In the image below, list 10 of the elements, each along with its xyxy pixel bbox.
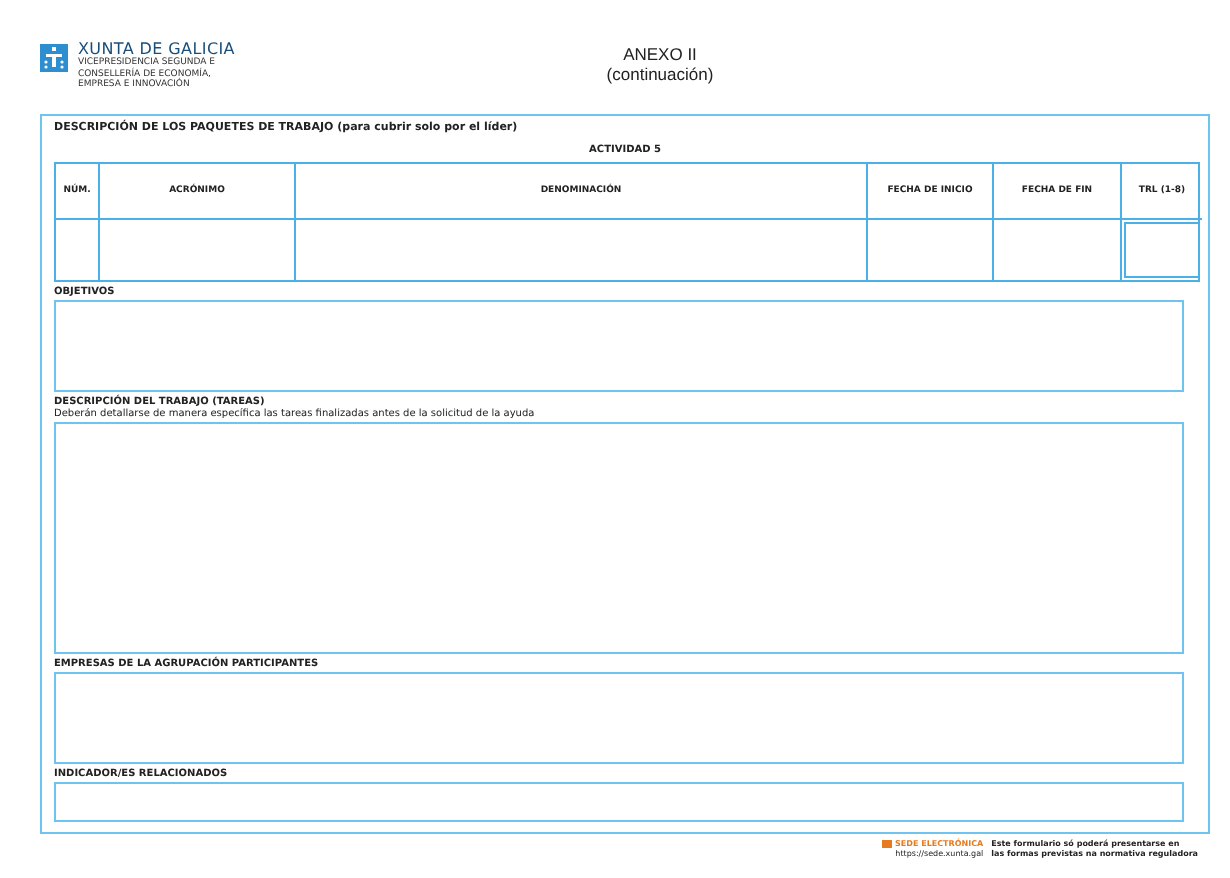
annex-title: ANEXO II [621, 44, 699, 64]
text-area-field[interactable] [54, 300, 1184, 392]
coat-of-arms-icon [40, 44, 68, 72]
text-area-field[interactable] [54, 422, 1184, 654]
table-input-cell[interactable] [1124, 222, 1200, 278]
org-name: XUNTA DE GALICIA [78, 40, 235, 58]
text-area-field[interactable] [54, 782, 1184, 822]
sede-icon [881, 839, 892, 847]
text-area-field[interactable] [54, 672, 1184, 764]
annex-subtitle: (continuación) [604, 64, 716, 84]
